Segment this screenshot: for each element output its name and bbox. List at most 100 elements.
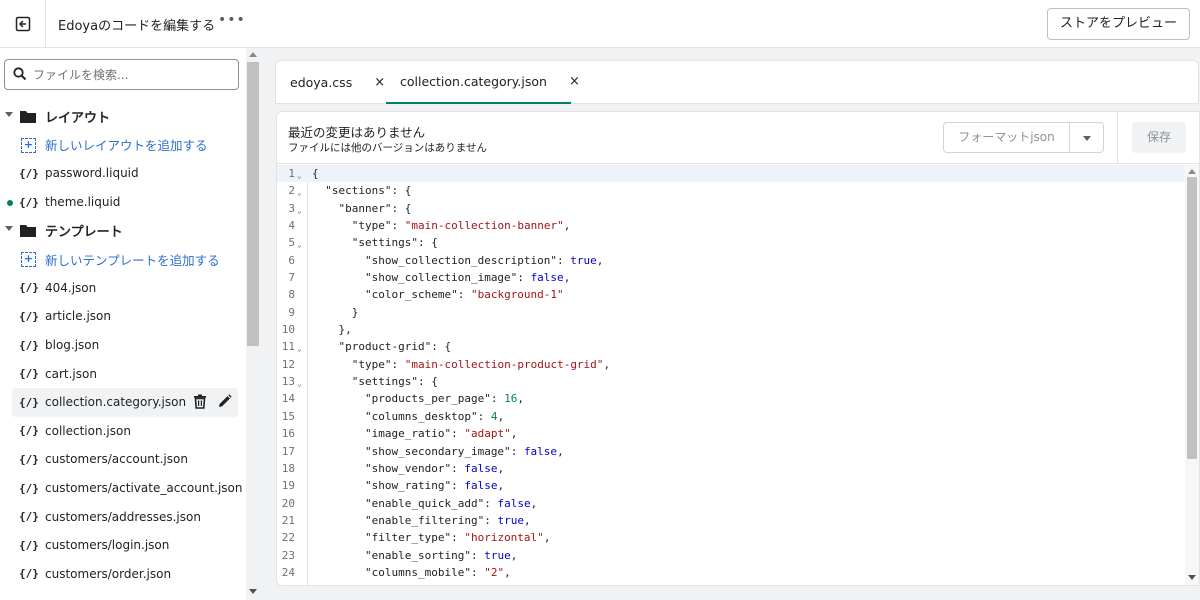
code-line[interactable]: 11 ⌄ "product-grid": { xyxy=(277,338,1185,355)
code-text: } xyxy=(312,305,359,319)
format-dropdown-button[interactable] xyxy=(1070,122,1104,153)
file-item[interactable]: {/} collection.json xyxy=(0,417,246,446)
code-line[interactable]: 13 ⌄ "settings": { xyxy=(277,373,1185,390)
divider xyxy=(1117,112,1118,163)
code-line[interactable]: 6 "show_collection_description": true, xyxy=(277,252,1185,269)
file-item[interactable]: {/} customers/addresses.json xyxy=(0,502,246,531)
code-text: "filter_type": "horizontal", xyxy=(364,531,551,545)
close-icon[interactable]: × xyxy=(569,74,580,89)
tab-edoya-css[interactable]: edoya.css × xyxy=(290,61,385,104)
code-line[interactable]: 5 ⌄ "settings": { xyxy=(277,234,1185,251)
code-line[interactable]: 10 }, xyxy=(277,321,1185,338)
code-file-icon: {/} xyxy=(19,452,39,466)
add-layout-link[interactable]: + 新しいレイアウトを追加する xyxy=(0,131,246,160)
line-number: 5 xyxy=(288,236,295,250)
file-label: customers/order.json xyxy=(45,566,172,581)
code-line[interactable]: 4 "type": "main-collection-banner", xyxy=(277,217,1185,234)
code-text: "show_secondary_image": false, xyxy=(364,444,564,458)
code-line[interactable]: 1 ⌄{ xyxy=(277,165,1185,183)
line-number: 20 xyxy=(281,496,295,510)
file-item[interactable]: {/} customers/account.json xyxy=(0,445,246,474)
code-line[interactable]: 9 } xyxy=(277,304,1185,321)
file-item-active[interactable]: {/} collection.category.json xyxy=(12,387,238,417)
scroll-down-icon[interactable] xyxy=(1188,575,1196,580)
scroll-down-icon[interactable] xyxy=(249,589,257,594)
format-json-button[interactable]: フォーマットjson xyxy=(943,122,1070,153)
editor-scrollbar[interactable] xyxy=(1185,165,1199,585)
line-number: 17 xyxy=(281,444,295,458)
code-text: "product-grid": { xyxy=(338,340,452,354)
code-file-icon: {/} xyxy=(19,567,39,581)
file-search[interactable] xyxy=(4,59,239,90)
folder-icon xyxy=(20,225,36,238)
code-editor[interactable]: 1 ⌄{2 ⌄ "sections": {3 ⌄ "banner": {4 "type… xyxy=(277,165,1185,585)
scroll-up-icon[interactable] xyxy=(1188,169,1196,174)
code-line[interactable]: 8 "color_scheme": "background-1" xyxy=(277,286,1185,303)
pencil-icon[interactable] xyxy=(217,394,232,409)
code-line[interactable]: 23 "enable_sorting": true, xyxy=(277,547,1185,564)
code-line[interactable]: 12 "type": "main-collection-product-grid… xyxy=(277,356,1185,373)
folder-label: テンプレート xyxy=(45,225,123,241)
file-item[interactable]: {/} customers/activate_account.json xyxy=(0,474,246,503)
exit-button[interactable] xyxy=(0,0,46,48)
file-item[interactable]: {/} blog.json xyxy=(0,331,246,360)
code-line[interactable]: 16 "image_ratio": "adapt", xyxy=(277,425,1185,442)
scrollbar-thumb[interactable] xyxy=(1187,177,1197,459)
preview-store-button[interactable]: ストアをプレビュー xyxy=(1046,8,1190,40)
add-template-link[interactable]: + 新しいテンプレートを追加する xyxy=(0,245,246,274)
scrollbar-thumb[interactable] xyxy=(247,62,259,346)
scroll-up-icon[interactable] xyxy=(249,52,257,57)
code-line[interactable]: 19 "show_rating": false, xyxy=(277,477,1185,494)
file-tree: レイアウト + 新しいレイアウトを追加する {/} password.liqui… xyxy=(0,102,246,588)
code-text: "products_per_page": 16, xyxy=(364,392,524,406)
code-file-icon: {/} xyxy=(19,281,39,295)
status-subtitle: ファイルには他のバージョンはありません xyxy=(288,142,487,154)
file-label: collection.category.json xyxy=(45,395,187,410)
line-number: 24 xyxy=(281,565,295,579)
code-file-icon: {/} xyxy=(19,424,39,438)
search-input[interactable] xyxy=(33,65,233,84)
tab-collection-category-json[interactable]: collection.category.json × xyxy=(386,61,580,104)
file-item[interactable]: {/} cart.json xyxy=(0,359,246,388)
code-text: "columns_desktop": 4, xyxy=(364,409,505,423)
code-line[interactable]: 14 "products_per_page": 16, xyxy=(277,390,1185,407)
folder-layout[interactable]: レイアウト xyxy=(0,102,246,131)
add-layout-label: 新しいレイアウトを追加する xyxy=(45,138,208,154)
file-label: customers/account.json xyxy=(45,452,188,467)
file-label: customers/addresses.json xyxy=(45,509,201,524)
file-item[interactable]: {/} article.json xyxy=(0,302,246,331)
code-text: "settings": { xyxy=(351,375,438,389)
code-line[interactable]: 7 "show_collection_image": false, xyxy=(277,269,1185,286)
code-line[interactable]: 20 "enable_quick_add": false, xyxy=(277,495,1185,512)
file-label: article.json xyxy=(45,309,111,324)
code-line[interactable]: 24 "columns_mobile": "2", xyxy=(277,564,1185,581)
trash-icon[interactable] xyxy=(193,394,207,409)
code-text: "enable_sorting": true, xyxy=(364,548,518,562)
add-file-icon: + xyxy=(21,251,36,267)
folder-templates[interactable]: テンプレート xyxy=(0,216,246,245)
code-line[interactable]: 2 ⌄ "sections": { xyxy=(277,182,1185,199)
file-label: 404.json xyxy=(45,280,97,295)
code-text: { xyxy=(312,167,319,180)
code-line[interactable]: 3 ⌄ "banner": { xyxy=(277,200,1185,217)
file-label: password.liquid xyxy=(45,166,139,181)
code-line[interactable]: 17 "show_secondary_image": false, xyxy=(277,443,1185,460)
more-actions-button[interactable]: ••• xyxy=(218,12,246,28)
file-item[interactable]: {/} password.liquid xyxy=(0,159,246,188)
code-line[interactable]: 15 "columns_desktop": 4, xyxy=(277,408,1185,425)
line-number: 18 xyxy=(281,461,295,475)
file-item[interactable]: {/} customers/order.json xyxy=(0,560,246,589)
file-label: blog.json xyxy=(45,338,100,353)
close-icon[interactable]: × xyxy=(374,75,385,90)
file-item[interactable]: {/} theme.liquid xyxy=(0,188,246,217)
code-line[interactable]: 18 "show_vendor": false, xyxy=(277,460,1185,477)
divider xyxy=(277,163,1199,164)
code-file-icon: {/} xyxy=(19,538,39,552)
code-text: "banner": { xyxy=(338,201,412,215)
file-item[interactable]: {/} customers/login.json xyxy=(0,531,246,560)
code-line[interactable]: 22 "filter_type": "horizontal", xyxy=(277,529,1185,546)
sidebar-scrollbar[interactable] xyxy=(246,48,260,600)
save-button[interactable]: 保存 xyxy=(1132,122,1186,153)
file-item[interactable]: {/} 404.json xyxy=(0,274,246,303)
code-line[interactable]: 21 "enable_filtering": true, xyxy=(277,512,1185,529)
